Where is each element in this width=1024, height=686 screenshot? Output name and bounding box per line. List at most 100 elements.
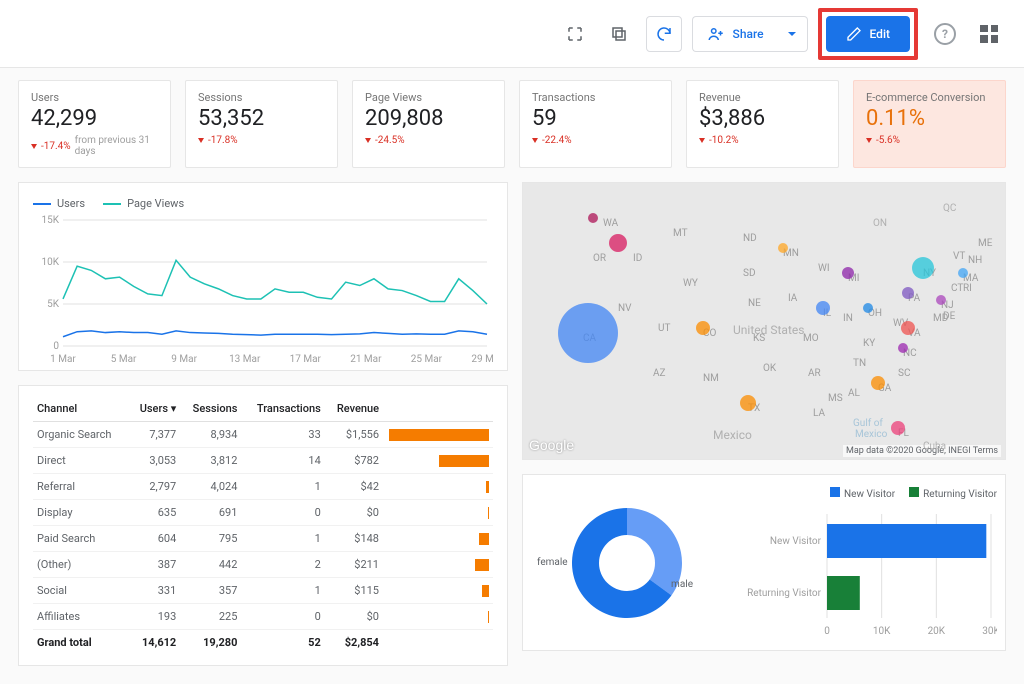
geo-map[interactable]: Google Map data ©2020 Google, INEGI Term… xyxy=(522,182,1006,460)
map-bubble[interactable] xyxy=(871,376,885,390)
legend-pageviews[interactable]: Page Views xyxy=(103,197,184,210)
table-row[interactable]: Direct3,0533,81214 $782 xyxy=(33,448,493,474)
card-change: -22.4% xyxy=(532,135,659,146)
map-bubble[interactable] xyxy=(936,295,946,305)
summary-card[interactable]: Page Views 209,808 -24.5% xyxy=(352,80,505,168)
table-row[interactable]: Organic Search7,3778,93433 $1,556 xyxy=(33,422,493,448)
table-row[interactable]: Social3313571 $115 xyxy=(33,578,493,604)
card-value: 53,352 xyxy=(198,106,325,131)
svg-text:20K: 20K xyxy=(928,626,946,637)
card-change: -5.6% xyxy=(866,135,993,146)
card-change: -17.8% xyxy=(198,135,325,146)
card-label: Users xyxy=(31,91,158,104)
arrow-down-icon xyxy=(31,144,37,149)
svg-text:5K: 5K xyxy=(47,299,60,310)
table-header[interactable]: Transactions xyxy=(241,396,324,422)
map-bubble[interactable] xyxy=(558,303,618,363)
table-header[interactable]: Sessions xyxy=(180,396,241,422)
map-brand: Google xyxy=(529,437,574,453)
legend-new-visitor[interactable]: New Visitor xyxy=(830,487,895,500)
map-bubble[interactable] xyxy=(740,395,756,411)
arrow-down-icon xyxy=(532,138,538,143)
card-label: Page Views xyxy=(365,91,492,104)
table-header[interactable]: Channel xyxy=(33,396,129,422)
map-bubble[interactable] xyxy=(778,243,788,253)
person-add-icon xyxy=(707,25,725,43)
visitor-bar-legend: New Visitor Returning Visitor xyxy=(737,487,997,500)
map-bubble[interactable] xyxy=(958,268,968,278)
line-chart-svg: 05K10K15K1 Mar5 Mar9 Mar13 Mar17 Mar21 M… xyxy=(33,214,493,364)
svg-text:21 Mar: 21 Mar xyxy=(350,354,382,364)
visitors-panel: female male New Visitor Returning Visito… xyxy=(522,474,1006,651)
fullscreen-icon[interactable] xyxy=(558,17,592,51)
map-bubble[interactable] xyxy=(588,213,598,223)
svg-text:5 Mar: 5 Mar xyxy=(111,354,137,364)
arrow-down-icon xyxy=(198,138,204,143)
edit-highlight-box: Edit xyxy=(818,8,918,60)
map-bubble[interactable] xyxy=(902,287,914,299)
share-dropdown-button[interactable] xyxy=(778,16,808,52)
help-icon: ? xyxy=(934,23,956,45)
table-row[interactable]: Paid Search6047951 $148 xyxy=(33,526,493,552)
summary-card[interactable]: Transactions 59 -22.4% xyxy=(519,80,672,168)
share-button[interactable]: Share xyxy=(692,16,778,52)
card-label: E-commerce Conversion xyxy=(866,91,993,104)
arrow-down-icon xyxy=(365,138,371,143)
svg-text:9 Mar: 9 Mar xyxy=(171,354,197,364)
table-header[interactable]: Revenue xyxy=(325,396,383,422)
card-change: -10.2% xyxy=(699,135,826,146)
svg-text:13 Mar: 13 Mar xyxy=(229,354,261,364)
svg-text:10K: 10K xyxy=(873,626,891,637)
refresh-button[interactable] xyxy=(646,16,682,52)
card-label: Sessions xyxy=(198,91,325,104)
map-bubble[interactable] xyxy=(863,303,873,313)
card-label: Transactions xyxy=(532,91,659,104)
card-value: 42,299 xyxy=(31,106,158,131)
share-label: Share xyxy=(733,27,764,41)
svg-text:10K: 10K xyxy=(41,257,59,268)
arrow-down-icon xyxy=(699,138,705,143)
svg-text:17 Mar: 17 Mar xyxy=(290,354,322,364)
svg-text:25 Mar: 25 Mar xyxy=(411,354,443,364)
map-bubble[interactable] xyxy=(842,267,854,279)
apps-button[interactable] xyxy=(972,17,1006,51)
dashboard-content: Users 42,299 -17.4% from previous 31 day… xyxy=(0,68,1024,684)
table-row[interactable]: Referral2,7974,0241 $42 xyxy=(33,474,493,500)
table-row[interactable]: (Other)3874422 $211 xyxy=(33,552,493,578)
svg-text:New Visitor: New Visitor xyxy=(770,536,822,547)
map-bubble[interactable] xyxy=(816,301,830,315)
legend-users[interactable]: Users xyxy=(33,197,85,210)
table-header[interactable]: Users ▾ xyxy=(129,396,181,422)
legend-returning-visitor[interactable]: Returning Visitor xyxy=(909,487,997,500)
svg-text:0: 0 xyxy=(53,341,59,352)
visitor-type-bar-chart: New Visitor Returning Visitor 010K20K30K… xyxy=(737,487,997,638)
card-value: 209,808 xyxy=(365,106,492,131)
summary-card[interactable]: Sessions 53,352 -17.8% xyxy=(185,80,338,168)
summary-card[interactable]: Revenue $3,886 -10.2% xyxy=(686,80,839,168)
map-bubble[interactable] xyxy=(696,321,710,335)
gender-donut-chart: female male xyxy=(531,487,723,638)
toolbar: Share Edit ? xyxy=(0,0,1024,68)
table-row[interactable]: Affiliates1932250 $0 xyxy=(33,604,493,630)
copy-icon[interactable] xyxy=(602,17,636,51)
map-bubble[interactable] xyxy=(609,234,627,252)
arrow-down-icon xyxy=(866,138,872,143)
svg-text:29 Mar: 29 Mar xyxy=(471,354,493,364)
summary-card[interactable]: E-commerce Conversion 0.11% -5.6% xyxy=(853,80,1006,168)
map-bubble[interactable] xyxy=(901,321,915,335)
edit-button[interactable]: Edit xyxy=(826,16,910,52)
table-row[interactable]: Display6356910 $0 xyxy=(33,500,493,526)
map-bubble[interactable] xyxy=(912,257,934,279)
apps-icon xyxy=(980,25,998,43)
card-change: -24.5% xyxy=(365,135,492,146)
visitor-bars-svg: 010K20K30KNew VisitorReturning Visitor xyxy=(737,508,997,638)
channels-table: ChannelUsers ▾SessionsTransactionsRevenu… xyxy=(33,396,493,655)
help-button[interactable]: ? xyxy=(928,17,962,51)
card-change: -17.4% from previous 31 days xyxy=(31,135,158,157)
donut-label-male: male xyxy=(671,579,693,590)
summary-card[interactable]: Users 42,299 -17.4% from previous 31 day… xyxy=(18,80,171,168)
summary-cards-row: Users 42,299 -17.4% from previous 31 day… xyxy=(18,80,1006,168)
map-bubble[interactable] xyxy=(891,421,905,435)
map-bubble[interactable] xyxy=(898,343,908,353)
svg-text:1 Mar: 1 Mar xyxy=(50,354,76,364)
